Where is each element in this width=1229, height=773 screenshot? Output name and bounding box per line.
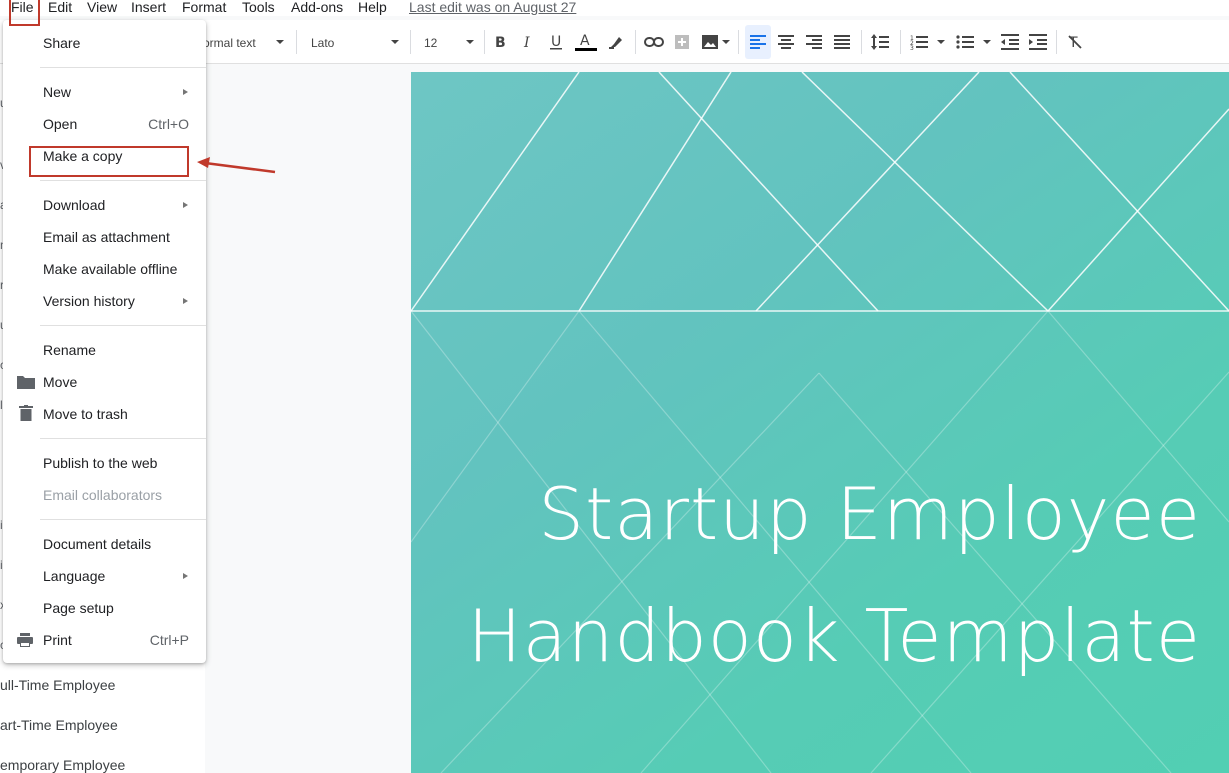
image-icon[interactable] [699,20,721,64]
menu-separator [40,67,206,68]
menu-item-offline[interactable]: Make available offline [43,261,177,277]
svg-text:A: A [580,33,590,49]
document-title-line-1: Startup Employee [538,472,1201,556]
file-menu-highlight-box [9,0,40,26]
chevron-down-icon [466,40,474,44]
printer-icon [17,633,33,650]
annotation-arrow-icon [197,157,276,174]
comment-icon[interactable] [672,20,692,64]
menu-item-version-history[interactable]: Version history [43,293,135,309]
toolbar-divider [484,30,485,54]
document-page[interactable]: Startup Employee Handbook Template [411,72,1229,773]
submenu-arrow-icon [183,202,188,208]
outline-item-full-time[interactable]: ull-Time Employee [0,677,115,693]
menu-item-move[interactable]: Move [43,374,77,390]
file-menu-dropdown: Share New Open Ctrl+O Make a copy Downlo… [3,20,206,663]
menu-bar: File Edit View Insert Format Tools Add-o… [0,0,1229,16]
font-size-select[interactable]: 12 [424,36,437,50]
align-right-icon[interactable] [804,20,824,64]
submenu-arrow-icon [183,573,188,579]
open-shortcut: Ctrl+O [148,116,189,132]
chevron-down-icon [983,40,991,44]
justify-icon[interactable] [832,20,852,64]
menu-item-move-to-trash[interactable]: Move to trash [43,406,128,422]
bold-icon[interactable]: B [490,20,510,64]
clear-formatting-icon[interactable]: T [1064,20,1086,64]
toolbar-divider [410,30,411,54]
toolbar-divider [635,30,636,54]
menu-separator [40,519,206,520]
menu-item-language[interactable]: Language [43,568,105,584]
outline-item-part-time[interactable]: art-Time Employee [0,717,118,733]
menu-format[interactable]: Format [182,0,226,15]
menu-tools[interactable]: Tools [242,0,275,15]
submenu-arrow-icon [183,89,188,95]
increase-indent-icon[interactable] [1027,20,1049,64]
submenu-arrow-icon [183,298,188,304]
line-spacing-icon[interactable] [869,20,891,64]
document-title-line-2: Handbook Template [467,594,1201,678]
chevron-down-icon [391,40,399,44]
toolbar-divider [1056,30,1057,54]
bulleted-list-icon[interactable] [954,20,976,64]
outline-item-temporary[interactable]: emporary Employee [0,757,125,773]
underline-icon[interactable]: U [546,20,566,64]
menu-item-page-setup[interactable]: Page setup [43,600,114,616]
last-edit-link[interactable]: Last edit was on August 27 [409,0,576,15]
menu-insert[interactable]: Insert [131,0,166,15]
menu-item-share[interactable]: Share [43,35,80,51]
menu-item-email-collaborators: Email collaborators [43,487,163,503]
text-color-icon[interactable]: A [574,20,598,64]
svg-text:3: 3 [910,45,914,50]
chevron-down-icon [937,40,945,44]
decrease-indent-icon[interactable] [999,20,1021,64]
link-icon[interactable] [643,20,665,64]
menu-separator [40,438,206,439]
chevron-down-icon [276,40,284,44]
menu-item-document-details[interactable]: Document details [43,536,151,552]
font-select[interactable]: Lato [311,36,334,50]
svg-text:U: U [551,34,561,50]
align-center-icon[interactable] [776,20,796,64]
print-shortcut: Ctrl+P [149,632,189,648]
menu-item-publish[interactable]: Publish to the web [43,455,157,471]
menu-item-email-attachment[interactable]: Email as attachment [43,229,170,245]
folder-icon [17,375,35,392]
highlight-icon[interactable] [606,20,626,64]
toolbar-divider [861,30,862,54]
menu-help[interactable]: Help [358,0,387,15]
menu-separator [40,325,206,326]
menu-item-open[interactable]: Open [43,116,77,132]
align-left-icon[interactable] [748,20,768,64]
menu-separator [40,180,206,181]
chevron-down-icon [722,40,730,44]
menu-item-download[interactable]: Download [43,197,105,213]
toolbar-divider [738,30,739,54]
svg-text:I: I [523,35,530,49]
menu-view[interactable]: View [87,0,117,15]
menu-addons[interactable]: Add-ons [291,0,343,15]
menu-item-new[interactable]: New [43,84,71,100]
trash-icon [19,405,33,424]
svg-text:B: B [495,35,506,49]
italic-icon[interactable]: I [518,20,538,64]
menu-item-print[interactable]: Print [43,632,72,648]
paragraph-style-select[interactable]: ormal text [203,36,256,50]
numbered-list-icon[interactable]: 123 [908,20,930,64]
menu-item-rename[interactable]: Rename [43,342,96,358]
toolbar-divider [296,30,297,54]
toolbar-divider [900,30,901,54]
menu-edit[interactable]: Edit [48,0,72,15]
make-a-copy-highlight-box [29,146,189,177]
